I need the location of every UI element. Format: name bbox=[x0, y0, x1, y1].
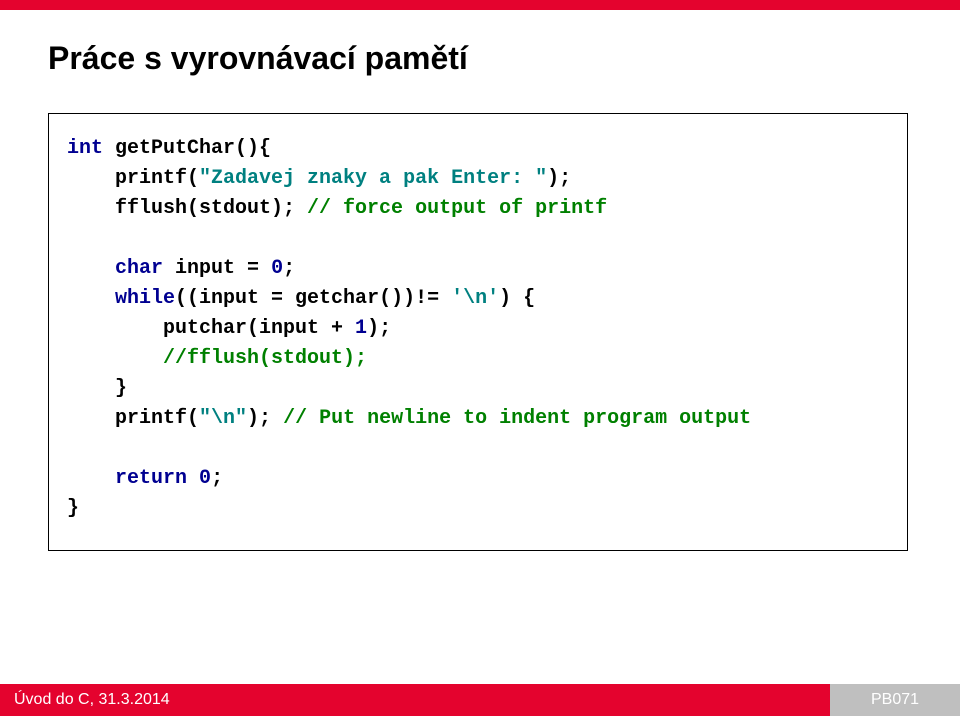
kw-return: return bbox=[115, 467, 187, 490]
footer-left: Úvod do C, 31.3.2014 bbox=[0, 684, 830, 716]
str-newline: '\n' bbox=[451, 287, 499, 310]
kw-char: char bbox=[115, 257, 163, 280]
slide-footer: Úvod do C, 31.3.2014 PB071 bbox=[0, 684, 960, 716]
cmt-fflush: //fflush(stdout); bbox=[67, 347, 367, 370]
num-zero-b: 0 bbox=[199, 467, 211, 490]
kw-while: while bbox=[115, 287, 175, 310]
code-line-9: } bbox=[67, 377, 127, 400]
code-line-2a: printf( bbox=[67, 167, 199, 190]
slide-title: Práce s vyrovnávací pamětí bbox=[48, 40, 912, 77]
kw-int: int bbox=[67, 137, 103, 160]
str-prompt: "Zadavej znaky a pak Enter: " bbox=[199, 167, 547, 190]
fn-decl: getPutChar(){ bbox=[103, 137, 271, 160]
code-line-3a: fflush(stdout); bbox=[67, 197, 307, 220]
code-line-10a: printf( bbox=[67, 407, 199, 430]
top-accent-bar bbox=[0, 0, 960, 10]
code-line-6a: ((input = getchar())!= bbox=[175, 287, 451, 310]
num-zero: 0 bbox=[271, 257, 283, 280]
code-line-12a bbox=[187, 467, 199, 490]
code-line-5a: input = bbox=[163, 257, 271, 280]
code-line-10b: ); bbox=[247, 407, 283, 430]
code-block: int getPutChar(){ printf("Zadavej znaky … bbox=[48, 113, 908, 551]
footer-right: PB071 bbox=[830, 684, 960, 716]
cmt-put: // Put newline to indent program output bbox=[283, 407, 751, 430]
brace-close: } bbox=[67, 497, 79, 520]
code-line-12b: ; bbox=[211, 467, 223, 490]
code-line-2b: ); bbox=[547, 167, 571, 190]
cmt-force: // force output of printf bbox=[307, 197, 607, 220]
num-one: 1 bbox=[355, 317, 367, 340]
code-line-7a: putchar(input + bbox=[67, 317, 355, 340]
code-line-5b: ; bbox=[283, 257, 295, 280]
str-nl: "\n" bbox=[199, 407, 247, 430]
slide-content: Práce s vyrovnávací pamětí int getPutCha… bbox=[0, 10, 960, 551]
code-line-7b: ); bbox=[367, 317, 391, 340]
code-line-6b: ) { bbox=[499, 287, 535, 310]
